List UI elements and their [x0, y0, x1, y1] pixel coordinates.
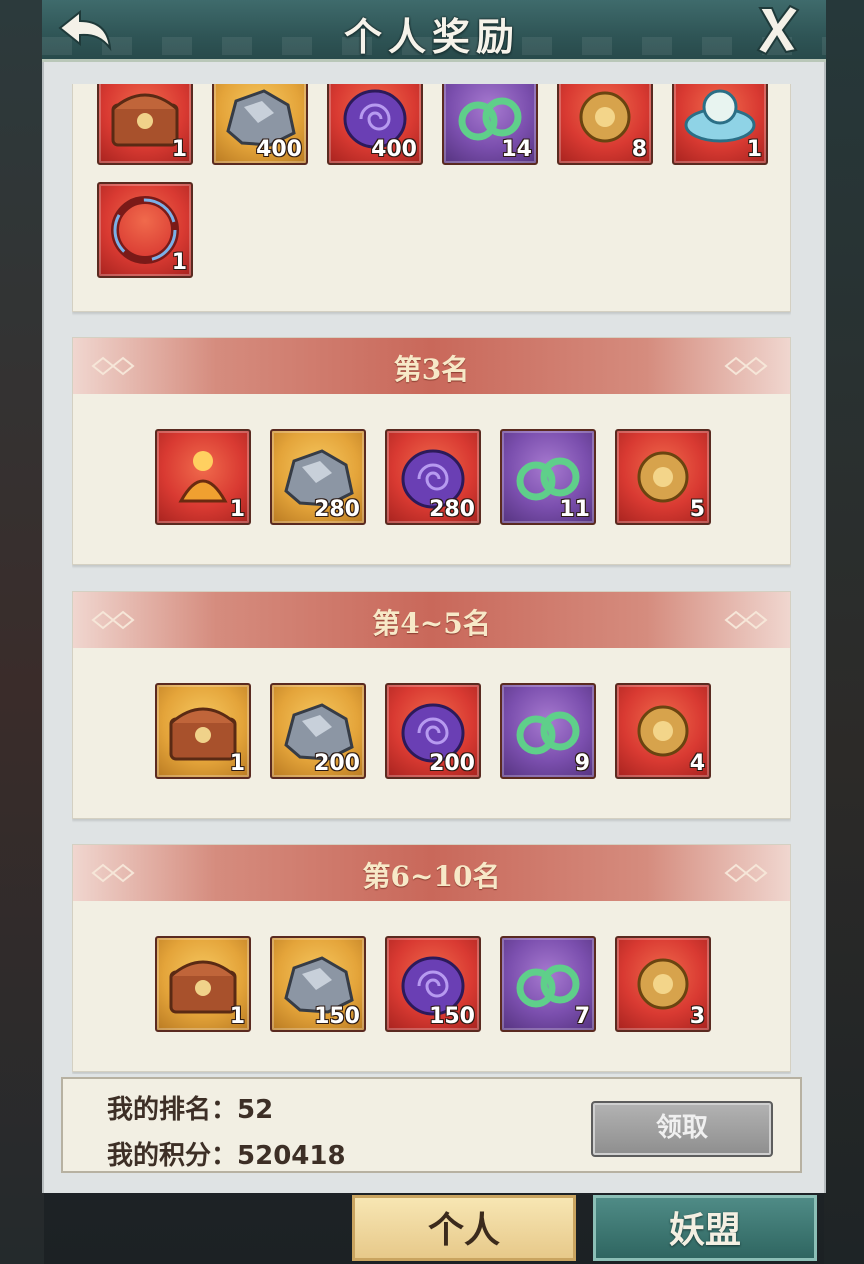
cloud-badge-icon[interactable]: 1	[672, 84, 768, 165]
item-count: 280	[429, 497, 475, 522]
reward-card-top: 1 400 400 14 8 1 1	[72, 84, 791, 312]
item-count: 1	[171, 137, 187, 162]
my-score-line: 我的积分：520418	[107, 1135, 346, 1172]
spirit-egg-icon[interactable]: 400	[327, 84, 423, 165]
item-count: 7	[574, 1004, 590, 1029]
tab-alliance[interactable]: 妖盟	[593, 1195, 817, 1261]
golden-flower-icon[interactable]: 8	[557, 84, 653, 165]
item-count: 200	[429, 751, 475, 776]
item-count: 150	[429, 1004, 475, 1029]
ornament-icon	[724, 610, 768, 630]
item-count: 150	[314, 1004, 360, 1029]
background-left	[0, 0, 44, 1264]
ore-stone-icon[interactable]: 280	[270, 429, 366, 525]
back-arrow-icon[interactable]	[52, 6, 116, 56]
reward-card-rank-4-5: 第4~5名 1 200 200 9 4	[72, 591, 791, 819]
item-count: 200	[314, 751, 360, 776]
rank-label: 第6~10名	[362, 860, 501, 893]
ore-stone-icon[interactable]: 200	[270, 683, 366, 779]
flame-ring-frame-icon[interactable]: 1	[97, 182, 193, 278]
item-count: 14	[501, 137, 532, 162]
item-count: 1	[229, 751, 245, 776]
my-score-label: 我的积分：	[107, 1141, 238, 1171]
jade-dragon-icon[interactable]: 7	[500, 936, 596, 1032]
claim-button[interactable]: 领取	[591, 1101, 773, 1157]
item-count: 1	[746, 137, 762, 162]
rank-label: 第4~5名	[372, 607, 491, 640]
jade-dragon-icon[interactable]: 11	[500, 429, 596, 525]
item-count: 1	[229, 497, 245, 522]
ore-stone-icon[interactable]: 150	[270, 936, 366, 1032]
reward-row: 1 200 200 9 4	[155, 683, 711, 779]
page-title: 个人奖励	[343, 14, 520, 59]
ore-stone-icon[interactable]: 400	[212, 84, 308, 165]
item-count: 5	[689, 497, 705, 522]
rank-header: 第4~5名	[73, 592, 790, 648]
close-icon[interactable]	[752, 2, 804, 56]
rank-header: 第3名	[73, 338, 790, 394]
treasure-chest-icon[interactable]: 1	[155, 683, 251, 779]
my-rank-label: 我的排名：	[107, 1095, 238, 1125]
item-count: 3	[689, 1004, 705, 1029]
golden-flower-icon[interactable]: 3	[615, 936, 711, 1032]
reward-list[interactable]: 1 400 400 14 8 1 1 第3名 1 280 280 11 5 第4…	[72, 84, 791, 1074]
background-right	[824, 0, 864, 1264]
item-count: 11	[559, 497, 590, 522]
rank-header: 第6~10名	[73, 845, 790, 901]
my-rank-panel: 我的排名：52 我的积分：520418 领取	[61, 1077, 802, 1173]
golden-flower-icon[interactable]: 4	[615, 683, 711, 779]
reward-card-rank-3: 第3名 1 280 280 11 5	[72, 337, 791, 565]
reward-row: 1 150 150 7 3	[155, 936, 711, 1032]
item-count: 1	[229, 1004, 245, 1029]
item-count: 400	[371, 137, 417, 162]
spirit-egg-icon[interactable]: 200	[385, 683, 481, 779]
item-count: 400	[256, 137, 302, 162]
my-rank-value: 52	[237, 1095, 274, 1125]
item-count: 280	[314, 497, 360, 522]
tab-personal[interactable]: 个人	[352, 1195, 576, 1261]
jade-dragon-icon[interactable]: 14	[442, 84, 538, 165]
golden-flower-icon[interactable]: 5	[615, 429, 711, 525]
reward-row: 1 400 400 14 8 1	[97, 84, 768, 165]
reward-card-rank-6-10: 第6~10名 1 150 150 7 3	[72, 844, 791, 1072]
item-count: 8	[631, 137, 647, 162]
reward-row: 1 280 280 11 5	[155, 429, 711, 525]
item-count: 9	[574, 751, 590, 776]
item-count: 1	[171, 250, 187, 275]
spirit-egg-icon[interactable]: 150	[385, 936, 481, 1032]
treasure-chest-icon[interactable]: 1	[97, 84, 193, 165]
my-score-value: 520418	[237, 1141, 346, 1171]
item-count: 4	[689, 751, 705, 776]
reward-row: 1	[97, 182, 193, 278]
fire-pouch-icon[interactable]: 1	[155, 429, 251, 525]
my-rank-line: 我的排名：52	[107, 1089, 273, 1126]
treasure-chest-icon[interactable]: 1	[155, 936, 251, 1032]
ornament-icon	[724, 863, 768, 883]
rank-label: 第3名	[393, 353, 470, 386]
ornament-icon	[724, 356, 768, 376]
spirit-egg-icon[interactable]: 280	[385, 429, 481, 525]
jade-dragon-icon[interactable]: 9	[500, 683, 596, 779]
